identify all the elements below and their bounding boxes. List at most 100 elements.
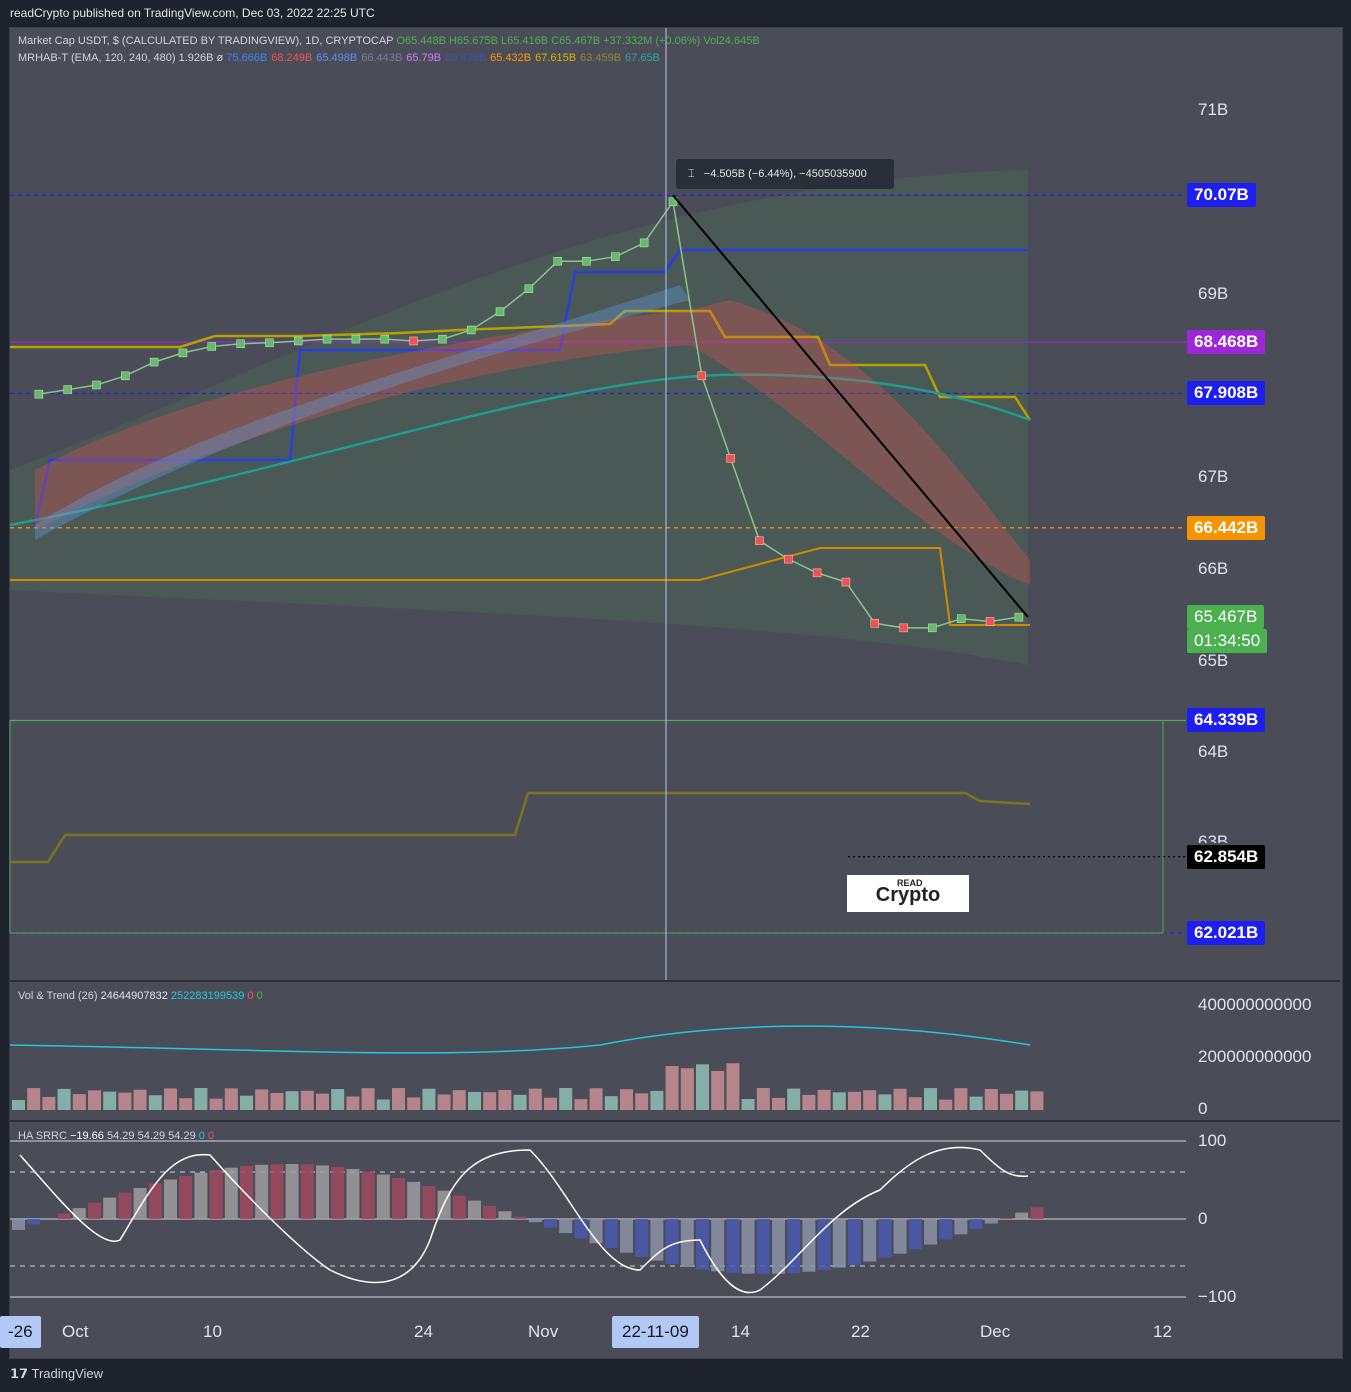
osc-bar bbox=[680, 1219, 694, 1267]
price-candle bbox=[265, 338, 274, 348]
volume-bar bbox=[832, 1092, 846, 1110]
price-candle bbox=[351, 334, 361, 344]
osc-bar bbox=[285, 1164, 299, 1219]
ha-legend[interactable]: HA SRRC −19.66 54.29 54.29 54.29 0 0 bbox=[18, 1130, 214, 1142]
symbol-title[interactable]: Market Cap USDT, $ (CALCULATED BY TRADIN… bbox=[18, 35, 393, 47]
osc-tick-0: 0 bbox=[1198, 1209, 1208, 1228]
mrhab-value: 75.666B bbox=[226, 52, 268, 64]
x-tick-14: 14 bbox=[731, 1322, 750, 1341]
mrhab-legend[interactable]: MRHAB-T (EMA, 120, 240, 480) 1.926B ø 75… bbox=[18, 52, 664, 64]
price-candle bbox=[178, 348, 188, 358]
osc-bar bbox=[1030, 1207, 1044, 1219]
osc-bar bbox=[240, 1166, 253, 1219]
osc-bar bbox=[924, 1219, 937, 1245]
price-candle bbox=[1014, 612, 1024, 622]
ha-value-3: 54.29 bbox=[137, 1130, 166, 1142]
osc-bar bbox=[741, 1219, 755, 1274]
last-price-tag: 65.467B bbox=[1187, 605, 1265, 629]
countdown-tag: 01:34:50 bbox=[1187, 629, 1268, 653]
price-candle bbox=[899, 623, 908, 633]
ohlc-values: O65.448B H65.675B L65.416B C65.467B +37.… bbox=[396, 35, 760, 47]
price-candle bbox=[409, 336, 418, 346]
price-candle bbox=[956, 614, 966, 623]
osc-bar bbox=[88, 1202, 101, 1219]
mrhab-value: 65.432B bbox=[490, 52, 532, 64]
price-candle bbox=[466, 325, 476, 335]
osc-bar bbox=[984, 1219, 998, 1224]
price-tag-66-442: 66.442B bbox=[1187, 516, 1266, 540]
volume-bar bbox=[984, 1089, 998, 1110]
mrhab-value: 69.476B bbox=[445, 52, 487, 64]
volume-bar bbox=[452, 1090, 466, 1110]
mrhab-value: 67.65B bbox=[625, 52, 660, 64]
ema-step-olive bbox=[10, 791, 1031, 864]
osc-bar bbox=[772, 1219, 785, 1274]
price-tag-62-021: 62.021B bbox=[1187, 921, 1266, 945]
chart-canvas[interactable] bbox=[0, 0, 1351, 1392]
osc-bar bbox=[392, 1177, 405, 1219]
osc-bar bbox=[802, 1219, 816, 1272]
price-candle bbox=[322, 334, 332, 344]
price-candle bbox=[582, 256, 591, 266]
volume-bar bbox=[817, 1089, 831, 1110]
volume-bar bbox=[209, 1098, 223, 1110]
price-candle bbox=[812, 568, 822, 578]
osc-bar bbox=[194, 1172, 208, 1219]
pane-separator-osc bbox=[10, 1120, 1340, 1122]
volume-bar bbox=[893, 1088, 907, 1110]
volume-bar bbox=[240, 1095, 253, 1110]
vol-label: Vol & Trend (26) bbox=[18, 990, 98, 1002]
volume-bar bbox=[665, 1066, 679, 1110]
x-tick-26: -26 bbox=[0, 1316, 41, 1348]
volume-bar bbox=[924, 1088, 937, 1110]
ha-value-6: 0 bbox=[207, 1130, 215, 1142]
vol-value-1: 24644907832 bbox=[100, 990, 168, 1002]
mrhab-value: 67.615B bbox=[535, 52, 577, 64]
price-candle bbox=[438, 334, 447, 344]
price-candle bbox=[697, 371, 707, 381]
price-candle bbox=[236, 339, 245, 348]
volume-bar bbox=[939, 1099, 953, 1110]
mrhab-value: 65.79B bbox=[406, 52, 442, 64]
x-tick-22: 22 bbox=[851, 1322, 870, 1341]
osc-bar bbox=[422, 1186, 436, 1219]
vol-legend[interactable]: Vol & Trend (26) 24644907832 25228319953… bbox=[18, 990, 263, 1002]
volume-bar bbox=[650, 1090, 664, 1110]
price-tag-67-908: 67.908B bbox=[1187, 381, 1266, 405]
volume-bar bbox=[589, 1088, 603, 1110]
y-tick-69b: 69B bbox=[1198, 284, 1229, 303]
osc-bar bbox=[483, 1205, 497, 1219]
price-candle bbox=[870, 619, 879, 628]
ha-value-2: 54.29 bbox=[106, 1130, 135, 1142]
volume-bar bbox=[88, 1090, 101, 1110]
osc-bar bbox=[878, 1219, 892, 1258]
mrhab-values: 75.666B 68.249B 65.498B 66.443B 65.79B 69.476… bbox=[226, 52, 664, 64]
volume-bar bbox=[224, 1088, 238, 1110]
price-candle bbox=[841, 577, 851, 587]
price-candle bbox=[524, 284, 534, 293]
price-candle bbox=[755, 536, 764, 546]
y-tick-67b: 67B bbox=[1198, 467, 1229, 486]
volume-bar bbox=[620, 1089, 633, 1110]
pane-separator-vol bbox=[10, 980, 1340, 982]
osc-bar bbox=[893, 1219, 907, 1254]
volume-bar bbox=[331, 1089, 345, 1110]
volume-bar bbox=[1030, 1091, 1044, 1110]
price-candle bbox=[207, 342, 217, 351]
osc-bar bbox=[300, 1164, 314, 1219]
volume-bar bbox=[696, 1064, 709, 1110]
volume-bar bbox=[376, 1099, 390, 1110]
vol-tick-400b: 400000000000 bbox=[1198, 995, 1312, 1014]
volume-bar bbox=[802, 1094, 816, 1110]
osc-bar bbox=[817, 1219, 831, 1270]
osc-bar bbox=[969, 1219, 983, 1230]
mrhab-value: 63.459B bbox=[580, 52, 622, 64]
price-candle bbox=[495, 307, 505, 316]
volume-bar bbox=[954, 1088, 968, 1110]
read-crypto-logo: READ Crypto bbox=[847, 875, 969, 912]
osc-bar bbox=[726, 1219, 740, 1273]
volume-bar bbox=[179, 1098, 193, 1110]
price-candle bbox=[611, 252, 620, 261]
tradingview-brand[interactable]: 𝟭𝟳 TradingView bbox=[10, 1366, 103, 1382]
volume-bar bbox=[42, 1096, 56, 1110]
